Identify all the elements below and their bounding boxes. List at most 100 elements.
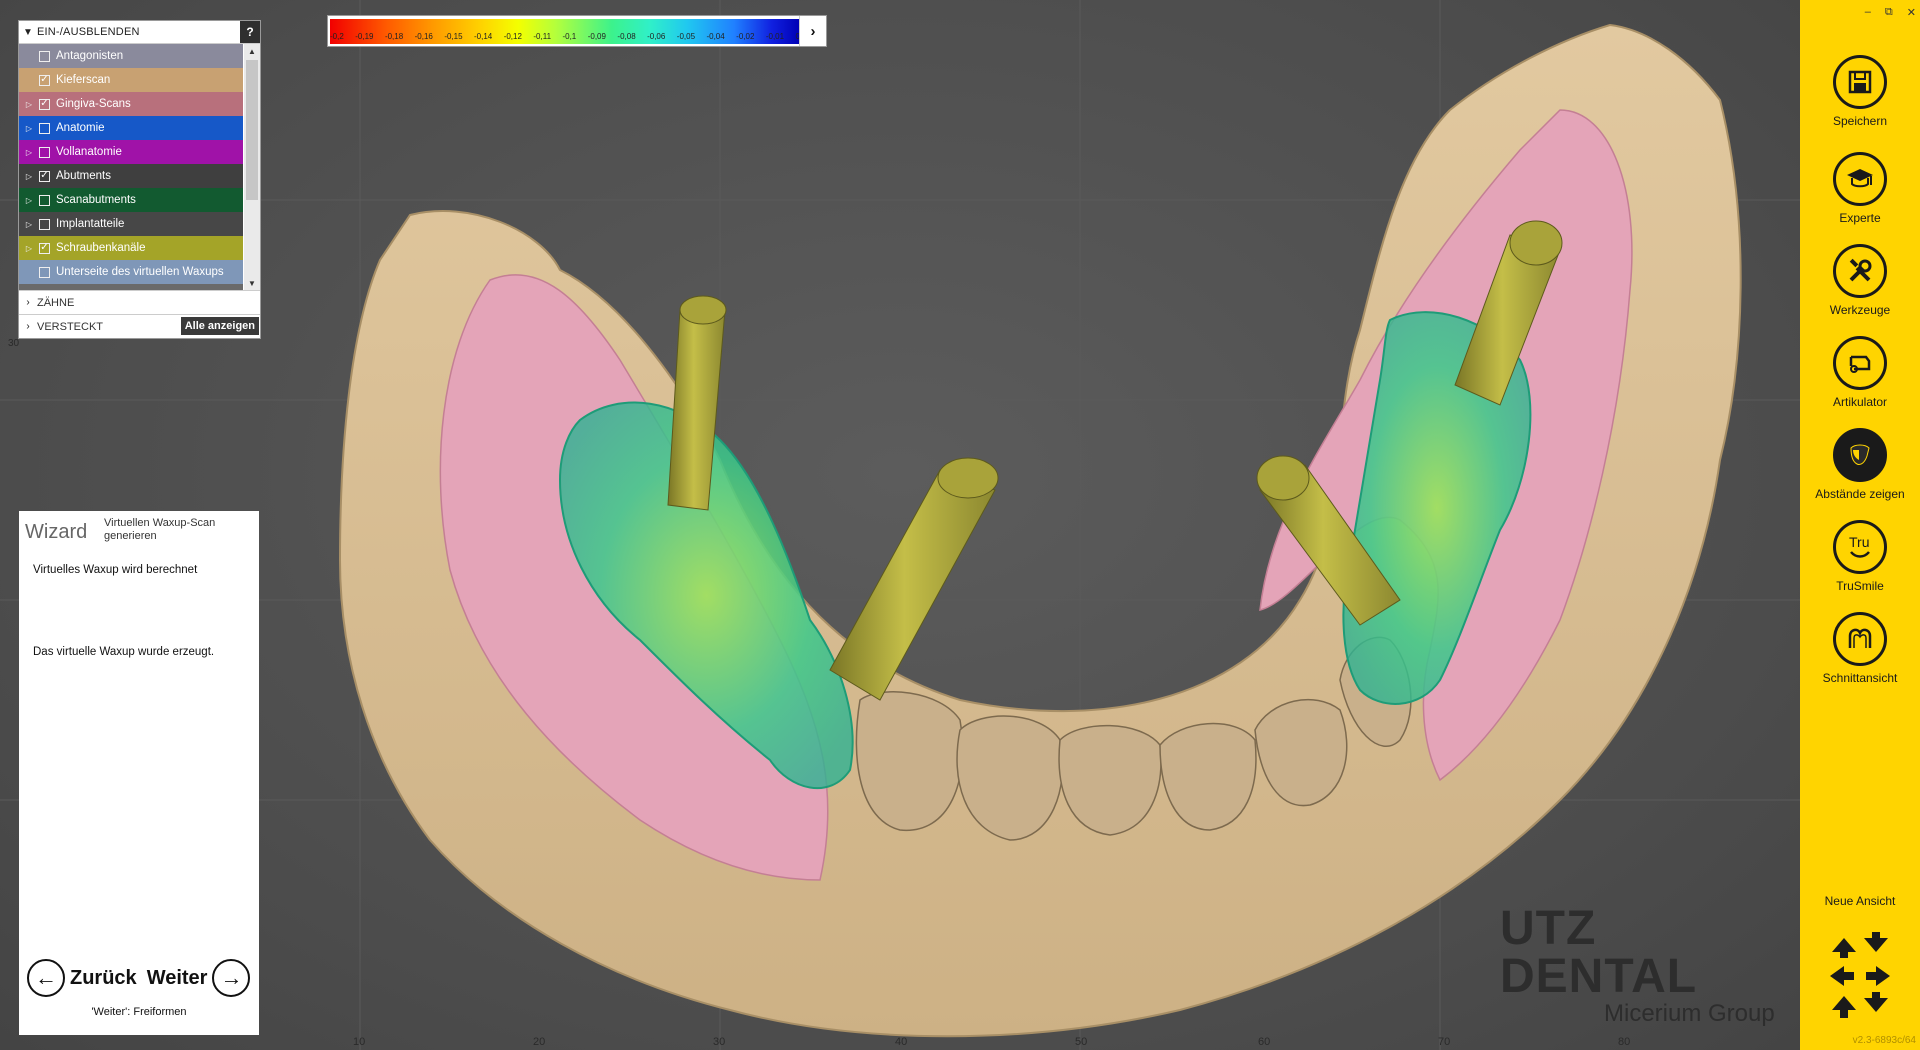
layer-checkbox[interactable]	[39, 218, 50, 230]
scale-label: -0,18	[384, 32, 404, 41]
save-icon	[1833, 55, 1887, 109]
layer-row[interactable]: ▷ ✓ Gingiva-Scans	[19, 92, 243, 116]
expand-triangle-icon[interactable]: ▷	[19, 220, 39, 229]
show-distances-tool[interactable]: Abstände zeigen	[1800, 428, 1920, 501]
close-button[interactable]: ✕	[1907, 6, 1916, 19]
wizard-navigation: ← Zurück Weiter →	[27, 958, 253, 998]
distance-icon	[1833, 428, 1887, 482]
layer-row[interactable]: ▷ ✓ Abutments	[19, 164, 243, 188]
expand-triangle-icon[interactable]: ▷	[19, 244, 39, 253]
section-view-icon	[1833, 612, 1887, 666]
3d-viewport[interactable]: 10 20 30 40 50 60 70 80 30 UTZ DENTAL Mi…	[0, 0, 1800, 1050]
section-view-tool[interactable]: Schnittansicht	[1800, 612, 1920, 685]
scale-next-button[interactable]: ›	[799, 16, 826, 46]
trusmile-tool-label: TruSmile	[1836, 579, 1884, 593]
view-direction-arrows-icon[interactable]	[1828, 930, 1892, 1022]
wizard-title: Wizard	[25, 521, 88, 543]
chevron-right-icon: ›	[26, 297, 30, 308]
ruler-tick: 60	[1258, 1036, 1271, 1048]
layer-checkbox[interactable]: ✓	[39, 170, 50, 182]
distance-color-scale: -0,2 -0,19 -0,18 -0,16 -0,15 -0,14 -0,12…	[327, 15, 827, 47]
layer-label: Scanabutments	[56, 194, 136, 206]
restore-button[interactable]: ⧉	[1885, 6, 1893, 19]
layer-row[interactable]: ▷ Implantatteile	[19, 212, 243, 236]
version-label: v2.3-6893c/64	[1852, 1035, 1916, 1046]
ruler-tick: 80	[1618, 1036, 1631, 1048]
expand-triangle-icon[interactable]: ▷	[19, 148, 39, 157]
scale-label: -0,01	[765, 32, 785, 41]
teeth-section-header[interactable]: › ZÄHNE	[19, 290, 260, 314]
ruler-tick: 70	[1438, 1036, 1451, 1048]
minimize-button[interactable]: –	[1865, 6, 1871, 19]
layer-row[interactable]: Antagonisten	[19, 44, 243, 68]
articulator-tool[interactable]: Artikulator	[1800, 336, 1920, 409]
main-toolbar: – ⧉ ✕ Speichern Experte Werkzeuge Artiku…	[1800, 0, 1920, 1050]
company-watermark: UTZ DENTAL Micerium Group	[1500, 905, 1800, 1027]
expand-triangle-icon[interactable]: ▷	[19, 196, 39, 205]
scale-label: -0,12	[503, 32, 522, 41]
layer-checkbox[interactable]: ✓	[39, 242, 50, 254]
visibility-header[interactable]: ▼ EIN-/AUSBLENDEN ?	[19, 21, 260, 44]
window-controls: – ⧉ ✕	[1865, 6, 1916, 19]
layer-row[interactable]: ▷ Vollanatomie	[19, 140, 243, 164]
layer-row[interactable]: ▷ ✓ Schraubenkanäle	[19, 236, 243, 260]
layer-checkbox[interactable]: ✓	[39, 74, 50, 86]
layer-label: Implantatteile	[56, 218, 125, 230]
wizard-status: Virtuelles Waxup wird berechnet	[33, 564, 198, 576]
expand-triangle-icon[interactable]: ▷	[19, 124, 39, 133]
layer-row[interactable]: ▷ Anatomie	[19, 116, 243, 140]
show-all-button[interactable]: Alle anzeigen	[180, 317, 259, 335]
layer-row[interactable]: ▷ Scanabutments	[19, 188, 243, 212]
articulator-tool-label: Artikulator	[1832, 395, 1888, 409]
hidden-section-header[interactable]: › VERSTECKT Alle anzeigen	[19, 314, 260, 338]
back-arrow-icon[interactable]: ←	[27, 959, 65, 997]
layer-row[interactable]: ✓ Kieferscan	[19, 68, 243, 92]
teeth-section-label: ZÄHNE	[37, 296, 75, 309]
layer-scrollbar[interactable]: ▲ ▼	[244, 44, 260, 290]
layer-checkbox[interactable]	[39, 266, 50, 278]
ruler-tick: 40	[895, 1036, 908, 1048]
layer-checkbox[interactable]	[39, 146, 50, 158]
layer-label: Unterseite des virtuellen Waxups	[56, 266, 224, 278]
scale-label: -0,05	[676, 32, 696, 41]
scale-label: -0,19	[355, 32, 374, 41]
scale-label: -0,1	[562, 32, 577, 41]
scroll-up-icon[interactable]: ▲	[244, 44, 260, 58]
scale-label: -0,09	[587, 32, 606, 41]
watermark-brand: UTZ DENTAL	[1500, 902, 1698, 1003]
next-button[interactable]: Weiter	[147, 967, 208, 990]
scale-label: -0,02	[736, 32, 755, 41]
scale-label: -0,08	[617, 32, 636, 41]
help-button[interactable]: ?	[240, 21, 260, 43]
layer-checkbox[interactable]	[39, 194, 50, 206]
layer-checkbox[interactable]: ✓	[39, 98, 50, 110]
scroll-down-icon[interactable]: ▼	[244, 276, 260, 290]
chevron-right-icon: ›	[26, 321, 30, 332]
show-distances-tool-label: Abstände zeigen	[1815, 487, 1905, 501]
save-tool[interactable]: Speichern	[1800, 55, 1920, 128]
scroll-thumb[interactable]	[246, 60, 258, 200]
wizard-message: Das virtuelle Waxup wurde erzeugt.	[33, 646, 215, 658]
tools-tool[interactable]: Werkzeuge	[1800, 244, 1920, 317]
scale-label: -0,2	[330, 32, 344, 41]
back-button[interactable]: Zurück	[70, 967, 137, 990]
layer-label: Anatomie	[56, 122, 105, 134]
next-arrow-icon[interactable]: →	[212, 959, 251, 997]
layer-label: Schraubenkanäle	[56, 242, 146, 254]
expand-triangle-icon[interactable]: ▷	[19, 172, 39, 181]
wizard-panel: Wizard Virtuellen Waxup-Scan generieren …	[19, 511, 259, 1035]
ruler-tick: 30	[713, 1036, 726, 1048]
layer-row[interactable]: Unterseite des virtuellen Waxups	[19, 260, 243, 284]
dental-model-scene[interactable]	[0, 0, 1800, 1050]
ruler-tick: 10	[353, 1036, 366, 1048]
wizard-hint: 'Weiter': Freiformen	[91, 1006, 187, 1018]
expert-tool[interactable]: Experte	[1800, 152, 1920, 225]
ruler-tick: 50	[1075, 1036, 1088, 1048]
section-view-tool-label: Schnittansicht	[1822, 671, 1898, 685]
layer-checkbox[interactable]	[39, 122, 50, 134]
expand-triangle-icon[interactable]: ▷	[19, 100, 39, 109]
tools-tool-label: Werkzeuge	[1829, 303, 1891, 317]
scale-label: -0,06	[647, 32, 666, 41]
layer-checkbox[interactable]	[39, 50, 50, 62]
trusmile-tool[interactable]: Tru TruSmile	[1800, 520, 1920, 593]
